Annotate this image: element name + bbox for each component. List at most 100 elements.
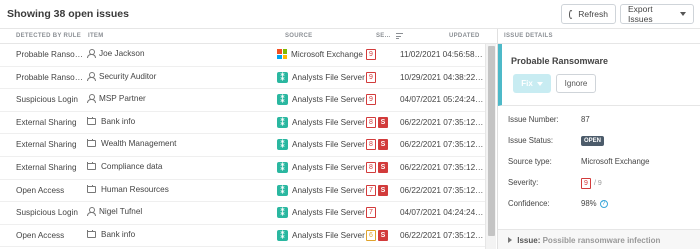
- table-row[interactable]: Open Access Human Resources ⁑ Analysts Fi…: [0, 180, 485, 203]
- severity-badge: 9: [366, 49, 376, 60]
- sensitive-badge: S: [378, 229, 388, 241]
- item-cell: Compliance data: [87, 161, 272, 171]
- severity-cell: 6S: [366, 229, 396, 241]
- help-icon[interactable]: ?: [599, 199, 608, 208]
- sort-icon[interactable]: [396, 33, 403, 39]
- item-cell: Security Auditor: [87, 71, 272, 81]
- scrollbar-thumb[interactable]: [488, 46, 495, 236]
- issues-table: Probable Ransomware Joe Jackson Microsof…: [0, 44, 485, 248]
- severity-cell: 8S: [366, 139, 396, 151]
- chevron-down-icon: [680, 12, 686, 16]
- field-key: Confidence:: [508, 199, 550, 208]
- field-key: Issue Number:: [508, 115, 559, 124]
- file-server-icon: ⁑: [277, 184, 288, 196]
- updated-cell: 04/07/2021 05:24:24 AM: [400, 95, 484, 105]
- item-cell: MSP Partner: [87, 94, 272, 104]
- rule-cell: External Sharing: [16, 140, 77, 150]
- rule-cell: External Sharing: [16, 117, 77, 127]
- chevron-right-icon: [508, 237, 512, 243]
- folder-icon: [87, 161, 96, 170]
- file-server-icon: ⁑: [277, 139, 288, 151]
- rule-cell: Suspicious Login: [16, 95, 78, 105]
- updated-cell: 10/29/2021 04:38:22 AM: [400, 72, 484, 82]
- table-row[interactable]: Suspicious Login Nigel Tufnel ⁑ Analysts …: [0, 202, 485, 225]
- table-row[interactable]: Probable Ransomware Security Auditor ⁑ An…: [0, 67, 485, 90]
- user-icon: [87, 94, 96, 104]
- rule-cell: Probable Ransomware: [16, 72, 84, 82]
- rule-cell: Open Access: [16, 185, 65, 195]
- severity-cell: 9: [366, 49, 396, 60]
- col-severity[interactable]: SE...: [376, 33, 391, 39]
- severity-badge: 6: [366, 229, 376, 241]
- file-server-icon: ⁑: [277, 116, 288, 128]
- field-issue-status: Issue Status: OPEN: [498, 130, 700, 151]
- file-server-icon: ⁑: [277, 94, 288, 106]
- issue-value: Possible ransomware infection: [542, 236, 661, 245]
- updated-cell: 06/22/2021 07:35:12 AM: [400, 117, 484, 127]
- folder-icon: [87, 229, 96, 238]
- rule-cell: Suspicious Login: [16, 208, 78, 218]
- table-row[interactable]: External Sharing Wealth Management ⁑ Anal…: [0, 134, 485, 157]
- col-detected-by-rule[interactable]: DETECTED BY RULE: [16, 33, 81, 39]
- file-server-icon: ⁑: [277, 161, 288, 173]
- source-name: Analysts File Server: [292, 185, 365, 195]
- refresh-button[interactable]: Refresh: [561, 4, 616, 24]
- item-name: Nigel Tufnel: [99, 207, 143, 217]
- severity-badge: 9: [581, 178, 591, 189]
- col-item[interactable]: ITEM: [88, 33, 104, 39]
- page-title: Showing 38 open issues: [7, 8, 129, 20]
- field-value: 87: [581, 115, 590, 124]
- folder-icon: [87, 184, 96, 193]
- status-badge: OPEN: [581, 136, 605, 146]
- issue-label: Issue:: [517, 236, 541, 245]
- file-server-icon: ⁑: [277, 207, 288, 219]
- microsoft-icon: [277, 49, 287, 59]
- field-value: Microsoft Exchange: [581, 157, 650, 166]
- col-source[interactable]: SOURCE: [285, 33, 312, 39]
- field-source-type: Source type: Microsoft Exchange: [498, 151, 700, 172]
- updated-cell: 06/22/2021 07:35:12 AM: [400, 162, 484, 172]
- col-updated[interactable]: UPDATED: [449, 33, 480, 39]
- details-fields: Issue Number: 87 Issue Status: OPEN Sour…: [498, 109, 700, 214]
- table-row[interactable]: Probable Ransomware Joe Jackson Microsof…: [0, 44, 485, 67]
- severity-cell: 8S: [366, 161, 396, 173]
- scrollbar[interactable]: [485, 44, 496, 249]
- severity-badge: 8: [366, 116, 376, 128]
- source-name: Analysts File Server: [292, 162, 365, 172]
- ignore-button[interactable]: Ignore: [556, 74, 596, 93]
- item-cell: Nigel Tufnel: [87, 207, 272, 217]
- item-name: Compliance data: [101, 161, 163, 171]
- sensitive-badge: S: [378, 184, 388, 196]
- details-title: Probable Ransomware: [511, 56, 609, 66]
- fix-label: Fix: [521, 79, 533, 88]
- sensitive-badge: S: [378, 161, 388, 173]
- severity-badge: 8: [366, 139, 376, 151]
- updated-cell: 06/22/2021 07:35:12 AM: [400, 230, 484, 240]
- table-row[interactable]: Open Access Bank info ⁑ Analysts File Ser…: [0, 225, 485, 248]
- source-name: Analysts File Server: [292, 140, 365, 150]
- item-cell: Wealth Management: [87, 139, 272, 148]
- export-label: Export Issues: [628, 4, 653, 24]
- details-header: ISSUE DETAILS: [498, 29, 700, 44]
- table-row[interactable]: External Sharing Compliance data ⁑ Analys…: [0, 157, 485, 180]
- fix-button[interactable]: Fix: [513, 74, 551, 93]
- source-name: Analysts File Server: [292, 117, 365, 127]
- rule-cell: Open Access: [16, 230, 65, 240]
- source-name: Analysts File Server: [292, 230, 365, 240]
- item-name: Bank info: [101, 229, 136, 239]
- table-row[interactable]: External Sharing Bank info ⁑ Analysts Fil…: [0, 112, 485, 135]
- export-issues-button[interactable]: Export Issues: [620, 4, 694, 24]
- field-key: Source type:: [508, 157, 552, 166]
- item-cell: Human Resources: [87, 184, 272, 194]
- rule-cell: External Sharing: [16, 162, 77, 172]
- table-row[interactable]: Suspicious Login MSP Partner ⁑ Analysts F…: [0, 89, 485, 112]
- file-server-icon: ⁑: [277, 71, 288, 83]
- field-value: 98%: [581, 199, 597, 208]
- updated-cell: 11/02/2021 04:56:58 AM: [400, 50, 484, 59]
- issue-expander[interactable]: Issue: Possible ransomware infection: [498, 229, 700, 249]
- chevron-down-icon: [536, 81, 543, 86]
- item-name: Security Auditor: [99, 71, 157, 81]
- severity-max: / 9: [594, 180, 602, 187]
- field-confidence: Confidence: 98% ?: [498, 193, 700, 214]
- user-icon: [87, 71, 96, 81]
